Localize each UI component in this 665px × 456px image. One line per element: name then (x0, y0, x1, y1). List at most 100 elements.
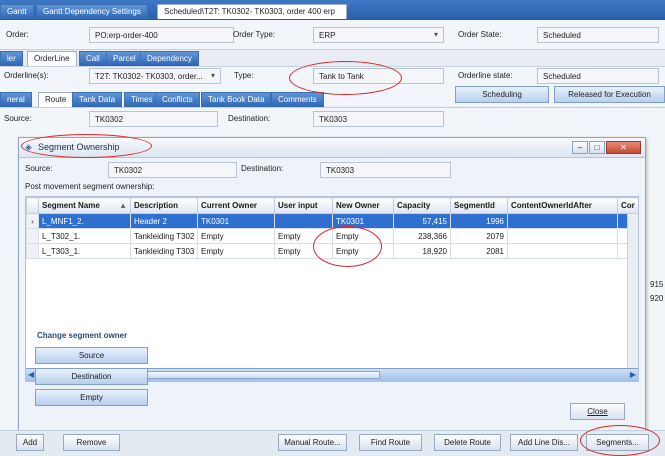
col-segment-name-label: Segment Name (42, 201, 100, 210)
minimize-icon[interactable]: – (572, 141, 588, 154)
type-field: Tank to Tank (313, 68, 444, 84)
cell-new-owner[interactable]: Empty (332, 243, 394, 259)
order-type-value: ERP (319, 31, 336, 40)
order-state-field: Scheduled (537, 27, 659, 43)
cell-segment-name[interactable]: L_T302_1. (38, 228, 131, 244)
tab-route[interactable]: Route (38, 92, 74, 107)
cell-new-owner[interactable]: TK0301 (332, 213, 394, 229)
cell-description[interactable]: Header 2 (130, 213, 198, 229)
row-indicator-header (26, 197, 39, 214)
order-type-label: Order Type: (233, 30, 276, 39)
col-new-owner[interactable]: New Owner (332, 197, 394, 214)
tab-call[interactable]: Call (79, 51, 107, 66)
cell-user-input[interactable]: Empty (274, 228, 333, 244)
table-row[interactable]: L_T302_1. Tankleiding T302 Empty Empty E… (26, 228, 638, 244)
tab-comments[interactable]: Comments (271, 92, 324, 107)
scroll-right-icon[interactable]: ▶ (630, 370, 636, 379)
orderlines-dropdown[interactable]: T2T: TK0302- TK0303, order... (89, 68, 221, 84)
cell-content-owner-id-after[interactable] (507, 228, 618, 244)
cell-content-owner-id-after[interactable] (507, 213, 618, 229)
remove-button[interactable]: Remove (63, 434, 120, 451)
tab-scheduled-order[interactable]: Scheduled\T2T: TK0302- TK0303, order 400… (157, 4, 347, 19)
cell-capacity[interactable]: 238,366 (393, 228, 451, 244)
cell-segment-name[interactable]: L_T303_1. (38, 243, 131, 259)
owner-source-button[interactable]: Source (35, 347, 148, 364)
cell-segment-id[interactable]: 1996 (450, 213, 508, 229)
tab-conflicts[interactable]: Conflicts (155, 92, 200, 107)
tab-general[interactable]: neral (0, 92, 32, 107)
cell-new-owner[interactable]: Empty (332, 228, 394, 244)
close-icon[interactable]: ✕ (606, 141, 641, 154)
owner-destination-button[interactable]: Destination (35, 368, 148, 385)
orderline-state-field: Scheduled (537, 68, 659, 84)
tab-orderline[interactable]: OrderLine (27, 51, 77, 66)
tab-parcel[interactable]: Parcel (106, 51, 143, 66)
cell-segment-id[interactable]: 2079 (450, 228, 508, 244)
col-segment-id[interactable]: SegmentId (450, 197, 508, 214)
cell-user-input[interactable] (274, 213, 333, 229)
col-current-owner[interactable]: Current Owner (197, 197, 275, 214)
route-source-field: TK0302 (89, 111, 218, 127)
tab-dependency[interactable]: Dependency (140, 51, 199, 66)
order-state-label: Order State: (458, 30, 502, 39)
add-button[interactable]: Add (16, 434, 44, 451)
cell-description[interactable]: Tankleiding T303 (130, 243, 198, 259)
cell-current-owner[interactable]: Empty (197, 243, 275, 259)
post-movement-label: Post movement segment ownership: (25, 182, 155, 191)
table-row[interactable]: L_T303_1. Tankleiding T303 Empty Empty E… (26, 243, 638, 259)
segment-table: Segment Name ▲ Description Current Owner… (26, 197, 638, 259)
order-label: Order: (6, 30, 29, 39)
tab-tank-book-data[interactable]: Tank Book Data (201, 92, 272, 107)
dialog-app-icon: ◈ (25, 142, 32, 152)
dialog-destination-field: TK0303 (320, 162, 451, 178)
change-owner-title: Change segment owner (37, 331, 128, 340)
col-content-owner-id-after[interactable]: ContentOwnerIdAfter (507, 197, 618, 214)
cell-current-owner[interactable]: Empty (197, 228, 275, 244)
col-cor[interactable]: Cor (617, 197, 638, 214)
segment-table-header: Segment Name ▲ Description Current Owner… (26, 197, 638, 214)
grid-vertical-scrollbar[interactable] (627, 214, 638, 369)
segment-ownership-dialog: ◈ Segment Ownership – □ ✕ Source: TK0302… (18, 137, 646, 435)
side-value-2: 920 (650, 294, 664, 303)
released-for-execution-button[interactable]: Released for Execution (554, 86, 665, 103)
cell-user-input[interactable]: Empty (274, 243, 333, 259)
dialog-source-label: Source: (25, 164, 53, 173)
cell-segment-id[interactable]: 2081 (450, 243, 508, 259)
scroll-left-icon[interactable]: ◀ (28, 370, 34, 379)
order-field[interactable]: PO:erp-order-400 (89, 27, 234, 43)
cell-capacity[interactable]: 57,415 (393, 213, 451, 229)
delete-route-button[interactable]: Delete Route (434, 434, 501, 451)
sort-ascending-icon: ▲ (119, 201, 127, 210)
type-label: Type: (234, 71, 254, 80)
manual-route-button[interactable]: Manual Route... (278, 434, 347, 451)
cell-segment-name[interactable]: L_MNF1_2. (38, 213, 131, 229)
orderlines-value: T2T: TK0302- TK0303, order... (95, 72, 203, 81)
col-user-input[interactable]: User input (274, 197, 333, 214)
tab-tank-data[interactable]: Tank Data (72, 92, 123, 107)
maximize-icon[interactable]: □ (589, 141, 605, 154)
side-value-1: 915 (650, 280, 664, 289)
scheduling-button[interactable]: Scheduling (455, 86, 549, 103)
cell-current-owner[interactable]: TK0301 (197, 213, 275, 229)
owner-empty-button[interactable]: Empty (35, 389, 148, 406)
col-description[interactable]: Description (130, 197, 198, 214)
tab-gantt-dependency-settings[interactable]: Gantt Dependency Settings (36, 4, 148, 19)
cell-description[interactable]: Tankleiding T302 (130, 228, 198, 244)
cell-capacity[interactable]: 18,920 (393, 243, 451, 259)
dialog-source-field: TK0302 (108, 162, 237, 178)
route-source-label: Source: (4, 114, 32, 123)
order-type-dropdown[interactable]: ERP (313, 27, 444, 43)
find-route-button[interactable]: Find Route (359, 434, 422, 451)
col-segment-name[interactable]: Segment Name ▲ (38, 197, 131, 214)
tab-ler[interactable]: ler (0, 51, 23, 66)
tab-gantt[interactable]: Gantt (0, 4, 34, 19)
table-row[interactable]: › L_MNF1_2. Header 2 TK0301 TK0301 57,41… (26, 213, 638, 229)
dialog-title-bar: ◈ Segment Ownership – □ ✕ (19, 138, 645, 158)
add-line-dis-button[interactable]: Add Line Dis... (510, 434, 578, 451)
col-capacity[interactable]: Capacity (393, 197, 451, 214)
row-indicator (26, 228, 39, 244)
route-destination-label: Destination: (228, 114, 271, 123)
cell-content-owner-id-after[interactable] (507, 243, 618, 259)
segments-button[interactable]: Segments... (586, 434, 649, 451)
close-button[interactable]: Close (570, 403, 625, 420)
